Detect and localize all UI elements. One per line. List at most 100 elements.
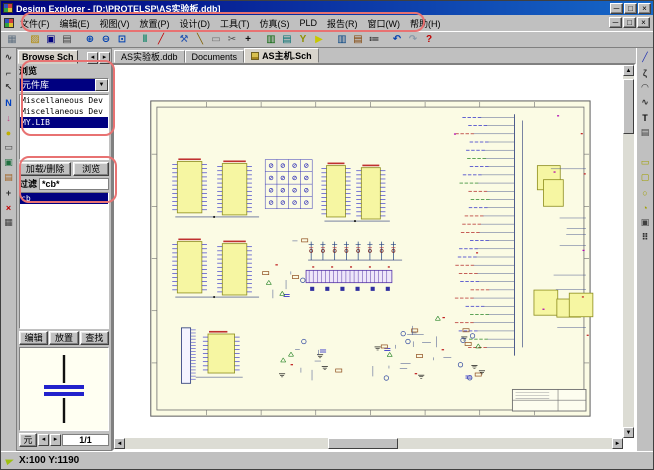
arc-tool-icon[interactable]: ◠ [638, 80, 652, 95]
library-list-item[interactable]: MY.LIB [20, 117, 108, 128]
zoom-page-icon[interactable]: ⊡ [114, 32, 130, 47]
spline-tool-icon[interactable]: ∿ [638, 95, 652, 110]
scroll-left-button[interactable]: ◄ [114, 438, 125, 449]
browse-library-icon[interactable]: ▤ [279, 32, 295, 47]
help-icon[interactable]: ? [421, 32, 437, 47]
tab-as-board-ddb[interactable]: AS实验板.ddb [114, 50, 185, 63]
design-explorer-window: Design Explorer - [D:\PROTELSP\AS实验板.ddb… [0, 0, 654, 470]
round-rect-tool-icon[interactable]: ▢ [638, 170, 652, 185]
library-icon[interactable]: ▥ [263, 32, 279, 47]
array-paste-tool-icon[interactable]: ⠿ [638, 230, 652, 245]
scroll-down-button[interactable]: ▼ [623, 427, 634, 438]
library-list-item[interactable]: Miscellaneous Dev [20, 106, 108, 117]
minimize-button[interactable]: ─ [610, 3, 623, 14]
menu-item[interactable]: PLD [296, 17, 322, 29]
text-frame-tool-icon[interactable]: ▤ [638, 125, 652, 140]
scroll-up-button[interactable]: ▲ [623, 65, 634, 76]
horizontal-scroll-thumb[interactable] [328, 438, 398, 449]
close-button[interactable]: × [638, 3, 651, 14]
add-remove-button[interactable]: 加载/删除 [19, 162, 71, 176]
pie-tool-icon[interactable]: ◔ [638, 200, 652, 215]
menu-item[interactable]: 工具(T) [216, 16, 254, 31]
menu-item[interactable]: 报告(R) [323, 16, 362, 31]
probe-icon[interactable]: Y [295, 32, 311, 47]
text-tool-icon[interactable]: T [638, 110, 652, 125]
tab-browse-sch[interactable]: Browse Sch [18, 50, 78, 64]
zoom-out-icon[interactable]: ⊖ [98, 32, 114, 47]
menu-item[interactable]: 帮助(H) [406, 16, 445, 31]
redo-icon[interactable]: ↷ [405, 32, 421, 47]
edit-button[interactable]: 编辑 [19, 331, 48, 345]
bus-tool-icon[interactable]: ⌐ [2, 65, 16, 80]
library-type-dropdown[interactable]: 元件库 ▼ [19, 78, 109, 92]
menu-item[interactable]: 窗口(W) [364, 16, 405, 31]
wire-icon[interactable]: ╱ [153, 32, 169, 47]
part-tool-icon[interactable]: ▭ [2, 140, 16, 155]
filter-input[interactable]: *cb* [39, 178, 109, 190]
place-button[interactable]: 放置 [49, 331, 78, 345]
chevron-down-icon[interactable]: ▼ [95, 79, 108, 91]
component-list-item[interactable]: cb [20, 193, 108, 204]
deselect-icon[interactable]: ✂ [224, 32, 240, 47]
scroll-right-button[interactable]: ► [612, 438, 623, 449]
library-close-icon[interactable]: ▤ [350, 32, 366, 47]
browse-button[interactable]: 浏览 [73, 162, 109, 176]
menu-item[interactable]: 设计(D) [176, 16, 215, 31]
wire-tool-icon[interactable]: ∿ [2, 50, 16, 65]
schematic-sheet[interactable] [114, 65, 634, 449]
select-area-icon[interactable]: ▭ [208, 32, 224, 47]
menu-item[interactable]: 仿真(S) [256, 16, 294, 31]
panel-tab-scroll-left[interactable]: ◂ [87, 52, 98, 64]
port-tool-icon[interactable]: + [2, 185, 16, 200]
menu-item[interactable]: 放置(P) [136, 16, 174, 31]
line-tool-icon[interactable]: ╱ [638, 50, 652, 65]
sheet-symbol-tool-icon[interactable]: ▣ [2, 155, 16, 170]
tab-documents[interactable]: Documents [185, 50, 245, 63]
mdi-close-button[interactable]: × [637, 17, 650, 28]
cross-probe-icon[interactable]: ‖ [137, 32, 153, 47]
tab-as-host-sch[interactable]: AS主机.Sch [244, 48, 319, 63]
save-icon[interactable]: ▣ [43, 32, 59, 47]
next-page-button[interactable]: ▸ [50, 434, 61, 446]
library-listbox[interactable]: Miscellaneous DevMiscellaneous DevMY.LIB [19, 94, 109, 160]
find-button[interactable]: 查找 [80, 331, 109, 345]
prev-page-button[interactable]: ◂ [38, 434, 49, 446]
horizontal-scrollbar[interactable]: ◄ ► [114, 438, 623, 449]
menu-item[interactable]: 编辑(E) [56, 16, 94, 31]
open-icon[interactable]: ▨ [27, 32, 43, 47]
unit-button[interactable]: 元 [19, 433, 37, 447]
panel-tab-scroll-right[interactable]: ▸ [99, 52, 110, 64]
menu-item[interactable]: 文件(F) [16, 16, 54, 31]
print-icon[interactable]: ▤ [59, 32, 75, 47]
cutter-icon[interactable]: ╲ [192, 32, 208, 47]
sheet-entry-tool-icon[interactable]: ▤ [2, 170, 16, 185]
separator [382, 32, 389, 47]
vertical-scroll-thumb[interactable] [623, 79, 634, 134]
move-icon[interactable]: + [240, 32, 256, 47]
menu-item[interactable]: 视图(V) [96, 16, 134, 31]
library-open-icon[interactable]: ▥ [334, 32, 350, 47]
maximize-button[interactable]: □ [624, 3, 637, 14]
power-port-tool-icon[interactable]: ↓ [2, 110, 16, 125]
mdi-restore-button[interactable]: □ [623, 17, 636, 28]
image-tool-icon[interactable]: ▣ [638, 215, 652, 230]
run-icon[interactable]: ▶ [311, 32, 327, 47]
vertical-scrollbar[interactable]: ▲ ▼ [623, 65, 634, 438]
no-erc-tool-icon[interactable]: × [2, 200, 16, 215]
library-list-item[interactable]: Miscellaneous Dev [20, 95, 108, 106]
cursor-tool-icon[interactable]: ↖ [2, 80, 16, 95]
netlist-icon[interactable]: ≔ [366, 32, 382, 47]
zoom-in-icon[interactable]: ⊕ [82, 32, 98, 47]
undo-icon[interactable]: ↶ [389, 32, 405, 47]
schematic-viewport[interactable]: ▲ ▼ ◄ ► [112, 63, 636, 451]
component-listbox[interactable]: cb [19, 192, 109, 329]
directives-tool-icon[interactable]: ▦ [2, 215, 16, 230]
ellipse-tool-icon[interactable]: ○ [638, 185, 652, 200]
wrench-icon[interactable]: ⚒ [176, 32, 192, 47]
mdi-minimize-button[interactable]: ─ [609, 17, 622, 28]
junction-tool-icon[interactable]: ● [2, 125, 16, 140]
rect-tool-icon[interactable]: ▭ [638, 155, 652, 170]
bezier-tool-icon[interactable]: ζ [638, 65, 652, 80]
paste-icon[interactable]: ▦ [4, 32, 20, 47]
net-label-tool-icon[interactable]: N [2, 95, 16, 110]
